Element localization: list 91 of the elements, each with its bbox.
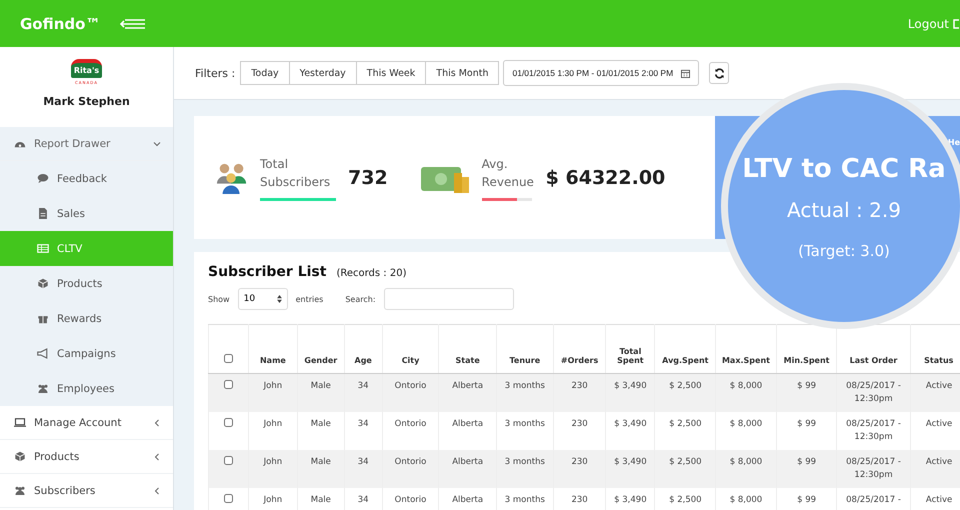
sidebar-item[interactable]: Report Drawer (0, 127, 173, 161)
show-label: Show (208, 294, 230, 304)
stat-label: Total Subscribers (260, 156, 332, 190)
stat-value: 732 (348, 166, 388, 188)
select-all-checkbox[interactable] (224, 354, 233, 363)
table-cell: Male (297, 374, 344, 412)
row-checkbox[interactable] (224, 456, 233, 464)
file-icon (37, 208, 49, 219)
table-cell: Ontorio (382, 488, 439, 510)
gift-icon (37, 313, 49, 324)
table-cell: 08/25/2017 - (836, 488, 910, 510)
row-checkbox[interactable] (224, 494, 233, 502)
user-name: Mark Stephen (43, 95, 130, 108)
table-cell: $ 2,500 (654, 450, 716, 488)
table-cell: Alberta (438, 488, 496, 510)
table-cell: Alberta (438, 450, 496, 488)
page-size-select[interactable]: 10 (238, 288, 288, 310)
table-icon (37, 243, 49, 254)
brand-logo: Gofindo™ (20, 14, 100, 32)
sidebar-subitem[interactable]: Sales (0, 196, 173, 231)
table-cell: John (248, 374, 298, 412)
filters-label: Filters : (195, 66, 236, 80)
table-cell: $ 8,000 (716, 374, 776, 412)
table-cell: $ 8,000 (716, 488, 776, 510)
table-cell: 3 months (496, 488, 554, 510)
records-count: (Records : 20) (336, 268, 406, 279)
ratio-title: LTV to CAC Ra (742, 154, 946, 184)
search-field[interactable] (384, 288, 514, 310)
table-cell: 34 (344, 374, 382, 412)
table-cell: $ 2,500 (654, 374, 716, 412)
ratio-actual: Actual : 2.9 (787, 198, 901, 222)
table-cell: $ 99 (776, 488, 837, 510)
table-cell: Alberta (438, 374, 496, 412)
chevron-down-icon (153, 140, 161, 148)
table-cell: Ontorio (382, 374, 439, 412)
users-icon (37, 383, 49, 394)
chevron-left-icon (153, 486, 161, 494)
stat-label: Avg. Revenue (482, 156, 534, 190)
calendar-icon (681, 68, 690, 78)
table-cell: John (248, 450, 298, 488)
table-cell: $ 2,500 (654, 488, 716, 510)
table-cell: $ 99 (776, 450, 837, 488)
refresh-icon (714, 68, 725, 78)
table-cell: 230 (553, 374, 606, 412)
filter-button[interactable]: Today (240, 61, 290, 85)
table-cell: Male (297, 450, 344, 488)
refresh-button[interactable] (709, 62, 730, 84)
table-cell: 3 months (496, 450, 554, 488)
laptop-icon (14, 417, 26, 428)
sidebar-subitem[interactable]: Feedback (0, 161, 173, 196)
table-cell: 08/25/2017 - 12:30pm (836, 374, 910, 412)
list-title: Subscriber List (208, 264, 326, 280)
table-cell: 230 (553, 488, 606, 510)
table-cell: $ 8,000 (716, 450, 776, 488)
sidebar-subitem[interactable]: Employees (0, 371, 173, 406)
table-cell: Active (910, 488, 960, 510)
search-label: Search: (345, 294, 376, 304)
megaphone-icon (37, 348, 49, 359)
table-cell: 3 months (496, 374, 554, 412)
table-cell: Active (910, 450, 960, 488)
table-cell: 34 (344, 488, 382, 510)
table-cell: $ 99 (776, 374, 837, 412)
row-checkbox[interactable] (224, 380, 233, 389)
table-cell: $ 3,490 (606, 488, 655, 510)
sidebar-subitem[interactable]: Products (0, 266, 173, 301)
table-cell: Male (297, 488, 344, 510)
table-cell: 230 (553, 450, 606, 488)
sidebar-subitem[interactable]: Rewards (0, 301, 173, 336)
stat-value: $ 64322.00 (546, 166, 666, 188)
users-icon (14, 485, 26, 496)
entries-label: entries (296, 294, 324, 304)
table-cell: $ 3,490 (606, 450, 655, 488)
ratio-target: (Target: 3.0) (798, 242, 890, 260)
date-range-field[interactable]: 01/01/2015 1:30 PM - 01/01/2015 2:00 PM (503, 60, 700, 86)
filter-button[interactable]: Yesterday (288, 61, 357, 85)
table-cell: 08/25/2017 - 12:30pm (836, 450, 910, 488)
cube-icon (37, 278, 49, 289)
chevron-left-icon (153, 452, 161, 460)
table-cell: John (248, 488, 298, 510)
row-checkbox[interactable] (224, 418, 233, 426)
table-cell: Ontorio (382, 450, 439, 488)
chevron-left-icon (153, 418, 161, 426)
sidebar-subitem[interactable]: Campaigns (0, 336, 173, 371)
table-cell: $ 3,490 (606, 374, 655, 412)
sort-arrows-icon (276, 295, 282, 303)
filter-button[interactable]: This Week (356, 61, 426, 85)
cube-icon (14, 451, 26, 462)
table-cell: Active (910, 374, 960, 412)
filter-button[interactable]: This Month (425, 61, 500, 85)
table-cell: 34 (344, 450, 382, 488)
comment-icon (37, 173, 49, 184)
